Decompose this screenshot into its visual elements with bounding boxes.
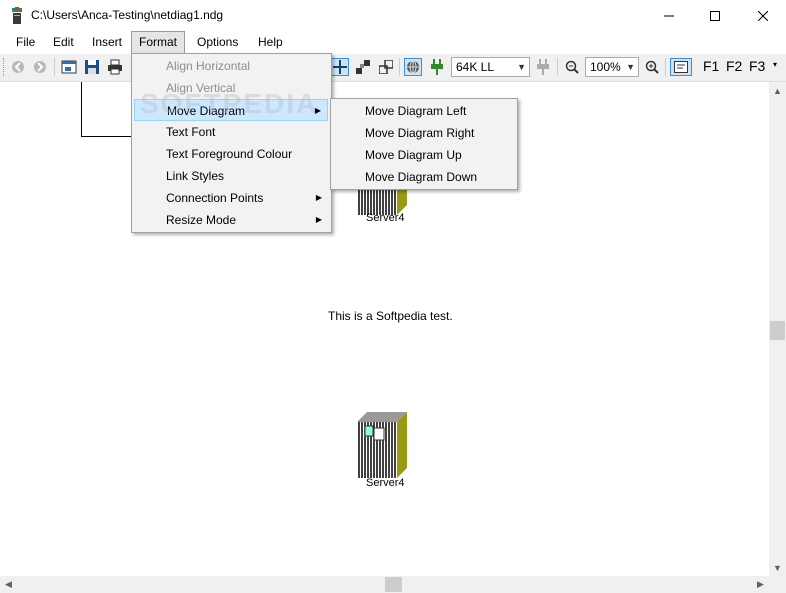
toolbar-separator <box>665 58 666 76</box>
watermark: SOFTPEDIA <box>140 88 319 119</box>
zoom-value: 100% <box>590 60 621 74</box>
move-diagram-submenu: Move Diagram Left Move Diagram Right Mov… <box>330 98 518 190</box>
menu-item-label: Move Diagram Left <box>365 104 467 118</box>
arrange-button[interactable] <box>354 58 372 76</box>
save-button[interactable] <box>83 58 101 76</box>
menu-item-align-horizontal: Align Horizontal <box>134 55 328 77</box>
close-button[interactable] <box>740 0 786 31</box>
menu-item-move-up[interactable]: Move Diagram Up <box>333 144 514 166</box>
scroll-up-icon[interactable]: ▲ <box>769 82 786 99</box>
chevron-down-icon: ▼ <box>517 62 526 72</box>
toolbar-separator <box>54 58 55 76</box>
plug-button[interactable] <box>428 58 446 76</box>
unplug-button[interactable] <box>535 58 553 76</box>
submenu-arrow-icon: ▶ <box>315 193 322 202</box>
chevron-down-icon: ▼ <box>626 62 635 72</box>
close-icon <box>758 10 768 21</box>
scroll-left-icon[interactable]: ◀ <box>0 576 17 593</box>
zoom-select[interactable]: 100% ▼ <box>585 57 639 77</box>
menu-options[interactable]: Options <box>190 31 245 54</box>
menu-file[interactable]: File <box>9 31 42 54</box>
menu-item-move-right[interactable]: Move Diagram Right <box>333 122 514 144</box>
crosshair-icon <box>333 60 347 74</box>
globe-icon <box>407 60 419 74</box>
window-title: C:\Users\Anca-Testing\netdiag1.ndg <box>31 8 224 22</box>
link-line[interactable] <box>81 82 82 137</box>
print-button[interactable] <box>106 58 124 76</box>
scroll-right-icon[interactable]: ▶ <box>752 576 769 593</box>
print-icon <box>108 59 122 75</box>
back-button[interactable] <box>9 58 27 76</box>
forward-icon <box>34 61 46 73</box>
grid-arrange-icon <box>356 60 370 74</box>
zoom-out-button[interactable] <box>563 58 581 76</box>
scrollbar-corner <box>769 576 786 593</box>
menu-item-label: Text Foreground Colour <box>166 147 293 161</box>
horizontal-scroll-thumb[interactable] <box>385 577 402 592</box>
forward-button[interactable] <box>31 58 49 76</box>
menu-item-label: Move Diagram Right <box>365 126 475 140</box>
link-line[interactable] <box>81 136 133 137</box>
format-menu: Align Horizontal Align Vertical Move Dia… <box>131 53 332 233</box>
toolbar-grip <box>3 58 7 76</box>
minimize-icon <box>664 15 674 16</box>
menu-edit[interactable]: Edit <box>46 31 81 54</box>
server-label[interactable]: Server4 <box>366 212 405 224</box>
f3-button[interactable]: F3 <box>749 58 765 74</box>
f2-button[interactable]: F2 <box>726 58 742 74</box>
menu-item-label: Text Font <box>166 125 216 139</box>
link-speed-select[interactable]: 64K LL ▼ <box>451 57 530 77</box>
menu-item-label: Move Diagram Down <box>365 170 478 184</box>
zoom-in-button[interactable] <box>643 58 661 76</box>
new-button[interactable] <box>60 58 78 76</box>
zoom-out-icon <box>565 60 579 74</box>
globe-button[interactable] <box>404 58 422 76</box>
toolbar-overflow-icon[interactable]: ▾ <box>773 60 777 69</box>
menu-item-connection-points[interactable]: Connection Points ▶ <box>134 187 328 209</box>
card-icon <box>674 61 688 73</box>
menu-item-label: Connection Points <box>166 191 264 205</box>
back-icon <box>12 61 24 73</box>
scroll-down-icon[interactable]: ▼ <box>769 559 786 576</box>
minimize-button[interactable] <box>646 0 692 31</box>
menu-item-text-font[interactable]: Text Font <box>134 121 328 143</box>
menu-help[interactable]: Help <box>251 31 290 54</box>
plug-icon <box>431 59 443 75</box>
menu-item-resize-mode[interactable]: Resize Mode ▶ <box>134 209 328 231</box>
resize-button[interactable] <box>377 58 395 76</box>
unplug-icon <box>537 59 549 75</box>
resize-icon <box>379 60 393 74</box>
f1-button[interactable]: F1 <box>703 58 719 74</box>
maximize-button[interactable] <box>692 0 738 31</box>
app-icon <box>12 7 22 24</box>
menu-format[interactable]: Format <box>131 31 186 54</box>
connect-mode-button[interactable] <box>331 58 349 76</box>
menu-item-label: Resize Mode <box>166 213 237 227</box>
new-diagram-icon <box>61 60 77 74</box>
vertical-scroll-thumb[interactable] <box>770 321 785 340</box>
menu-item-text-foreground-colour[interactable]: Text Foreground Colour <box>134 143 328 165</box>
card-view-button[interactable] <box>670 58 692 76</box>
menu-item-label: Move Diagram Up <box>365 148 462 162</box>
zoom-in-icon <box>645 60 659 74</box>
toolbar-separator <box>557 58 558 76</box>
menu-item-move-left[interactable]: Move Diagram Left <box>333 100 514 122</box>
menu-insert[interactable]: Insert <box>85 31 129 54</box>
menu-item-link-styles[interactable]: Link Styles <box>134 165 328 187</box>
server-icon[interactable] <box>357 412 407 478</box>
save-icon <box>85 60 99 74</box>
menu-item-label: Link Styles <box>166 169 225 183</box>
canvas-text-label[interactable]: This is a Softpedia test. <box>328 309 453 323</box>
link-speed-value: 64K LL <box>456 60 495 74</box>
maximize-icon <box>710 10 720 21</box>
toolbar-separator <box>399 58 400 76</box>
server-label[interactable]: Server4 <box>366 477 405 489</box>
menu-item-label: Align Horizontal <box>166 59 251 73</box>
submenu-arrow-icon: ▶ <box>315 215 322 224</box>
menu-item-move-down[interactable]: Move Diagram Down <box>333 166 514 188</box>
